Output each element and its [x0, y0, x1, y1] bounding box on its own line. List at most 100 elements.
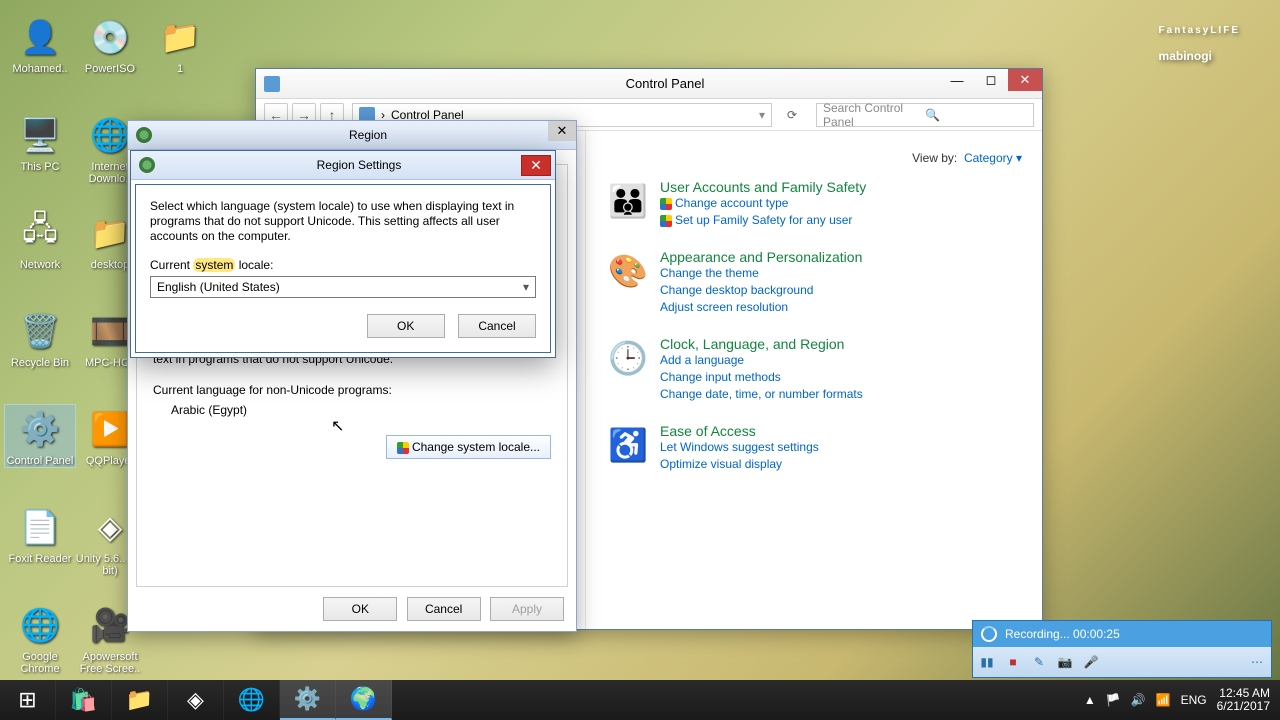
- icon-label: Control Panel: [5, 455, 75, 467]
- category-icon: 🎨: [606, 249, 650, 293]
- window-title: Region Settings: [163, 158, 555, 172]
- desktop-icon[interactable]: 🖧Network: [5, 209, 75, 271]
- category-link[interactable]: Change the theme: [660, 265, 1022, 282]
- icon-label: Apowersoft Free Scree..: [75, 651, 145, 675]
- window-title: Region: [160, 128, 576, 142]
- pause-button[interactable]: ▮▮: [979, 654, 995, 670]
- category-icon: 👪: [606, 179, 650, 223]
- shield-icon: [660, 215, 672, 227]
- change-system-locale-button[interactable]: Change system locale...: [386, 435, 551, 459]
- stop-button[interactable]: ■: [1005, 654, 1021, 670]
- close-button[interactable]: ✕: [521, 155, 551, 176]
- category-link[interactable]: Set up Family Safety for any user: [660, 212, 1022, 229]
- annotate-button[interactable]: ✎: [1031, 654, 1047, 670]
- globe-icon: [139, 157, 155, 173]
- camera-button[interactable]: 📷: [1057, 654, 1073, 670]
- action-center-icon[interactable]: 🏳️: [1106, 693, 1121, 707]
- chevron-down-icon[interactable]: ▾: [759, 108, 765, 122]
- more-button[interactable]: ⋯: [1249, 654, 1265, 670]
- category-link[interactable]: Let Windows suggest settings: [660, 439, 1022, 456]
- shield-icon: [660, 198, 672, 210]
- app-icon: 🖥️: [16, 111, 64, 159]
- app-icon: 📄: [16, 503, 64, 551]
- close-button[interactable]: ✕: [1008, 69, 1042, 91]
- locale-label: Current system locale:: [150, 258, 536, 272]
- minimize-button[interactable]: —: [940, 69, 974, 91]
- category-icon: 🕒: [606, 336, 650, 380]
- category-icon: ♿: [606, 423, 650, 467]
- taskbar-item-unity[interactable]: ◈: [168, 680, 224, 720]
- category-heading[interactable]: User Accounts and Family Safety: [660, 179, 1022, 195]
- titlebar[interactable]: Region Settings ✕: [131, 151, 555, 180]
- mic-button[interactable]: 🎤: [1083, 654, 1099, 670]
- app-icon: 🌐: [16, 601, 64, 649]
- search-input[interactable]: Search Control Panel 🔍: [816, 103, 1034, 127]
- desktop-icon[interactable]: 👤Mohamed..: [5, 13, 75, 75]
- desktop-icon[interactable]: 🌐Google Chrome: [5, 601, 75, 675]
- view-by-dropdown[interactable]: Category ▾: [964, 151, 1022, 165]
- taskbar-item-start[interactable]: ⊞: [0, 680, 56, 720]
- desktop-icon[interactable]: 📁1: [145, 13, 215, 75]
- category-link[interactable]: Optimize visual display: [660, 456, 1022, 473]
- desktop-icon[interactable]: ⚙️ Control Panel: [5, 405, 75, 467]
- taskbar-item-control-panel[interactable]: ⚙️: [280, 680, 336, 720]
- clock[interactable]: 12:45 AM 6/21/2017: [1217, 687, 1270, 713]
- taskbar-item-explorer[interactable]: 📁: [112, 680, 168, 720]
- tray-expand-icon[interactable]: ▲: [1084, 693, 1096, 707]
- taskbar-item-store[interactable]: 🛍️: [56, 680, 112, 720]
- icon-label: Recycle Bin: [5, 357, 75, 369]
- panel-value: Arabic (Egypt): [153, 403, 551, 417]
- icon-label: This PC: [5, 161, 75, 173]
- combo-value: English (United States): [157, 280, 280, 294]
- locale-combobox[interactable]: English (United States): [150, 276, 536, 298]
- category: 👪 User Accounts and Family SafetyChange a…: [606, 179, 1022, 229]
- app-icon: 💿: [86, 13, 134, 61]
- category-heading[interactable]: Clock, Language, and Region: [660, 336, 1022, 352]
- desktop-icon[interactable]: 🗑️ Recycle Bin: [5, 307, 75, 369]
- recorder-widget[interactable]: Recording... 00:00:25 ▮▮ ■ ✎ 📷 🎤 ⋯: [972, 620, 1272, 678]
- icon-label: Foxit Reader: [5, 553, 75, 565]
- ok-button[interactable]: OK: [367, 314, 445, 338]
- desktop-icon[interactable]: 🖥️ This PC: [5, 111, 75, 173]
- app-icon: 📁: [156, 13, 204, 61]
- cancel-button[interactable]: Cancel: [407, 597, 481, 621]
- refresh-button[interactable]: ⟳: [780, 103, 804, 127]
- ok-button[interactable]: OK: [323, 597, 397, 621]
- desktop-icon[interactable]: 💿 PowerISO: [75, 13, 145, 75]
- language-indicator[interactable]: ENG: [1181, 693, 1207, 707]
- close-button[interactable]: ✕: [548, 121, 576, 141]
- recorder-status: Recording... 00:00:25: [1005, 627, 1120, 641]
- volume-icon[interactable]: 🔊: [1131, 693, 1146, 707]
- description-text: Select which language (system locale) to…: [150, 199, 536, 244]
- apply-button[interactable]: Apply: [490, 597, 564, 621]
- category-link[interactable]: Adjust screen resolution: [660, 299, 1022, 316]
- globe-icon: [136, 127, 152, 143]
- app-icon: ⚙️: [16, 405, 64, 453]
- category-link[interactable]: Change account type: [660, 195, 1022, 212]
- category-heading[interactable]: Appearance and Personalization: [660, 249, 1022, 265]
- icon-label: Mohamed..: [5, 63, 75, 75]
- system-tray[interactable]: ▲ 🏳️ 🔊 📶 ENG 12:45 AM 6/21/2017: [1074, 687, 1280, 713]
- category-heading[interactable]: Ease of Access: [660, 423, 1022, 439]
- app-icon: 🗑️: [16, 307, 64, 355]
- category-link[interactable]: Change desktop background: [660, 282, 1022, 299]
- taskbar-item-chrome[interactable]: 🌐: [224, 680, 280, 720]
- panel-label: Current language for non-Unicode program…: [153, 383, 551, 397]
- taskbar: ⊞🛍️📁◈🌐⚙️🌍 ▲ 🏳️ 🔊 📶 ENG 12:45 AM 6/21/201…: [0, 680, 1280, 720]
- spinner-icon: [981, 626, 997, 642]
- shield-icon: [397, 442, 409, 454]
- app-icon: 🖧: [16, 209, 64, 257]
- cancel-button[interactable]: Cancel: [458, 314, 536, 338]
- desktop-icon[interactable]: 📄 Foxit Reader: [5, 503, 75, 565]
- category: 🎨 Appearance and PersonalizationChange th…: [606, 249, 1022, 316]
- category-link[interactable]: Change input methods: [660, 369, 1022, 386]
- window-region-settings: Region Settings ✕ Select which language …: [130, 150, 556, 358]
- category-link[interactable]: Change date, time, or number formats: [660, 386, 1022, 403]
- network-icon[interactable]: 📶: [1156, 693, 1171, 707]
- icon-label: PowerISO: [75, 63, 145, 75]
- category-link[interactable]: Add a language: [660, 352, 1022, 369]
- maximize-button[interactable]: ◻: [974, 69, 1008, 91]
- taskbar-item-region[interactable]: 🌍: [336, 680, 392, 720]
- titlebar[interactable]: Control Panel — ◻ ✕: [256, 69, 1042, 99]
- titlebar[interactable]: Region ✕: [128, 121, 576, 150]
